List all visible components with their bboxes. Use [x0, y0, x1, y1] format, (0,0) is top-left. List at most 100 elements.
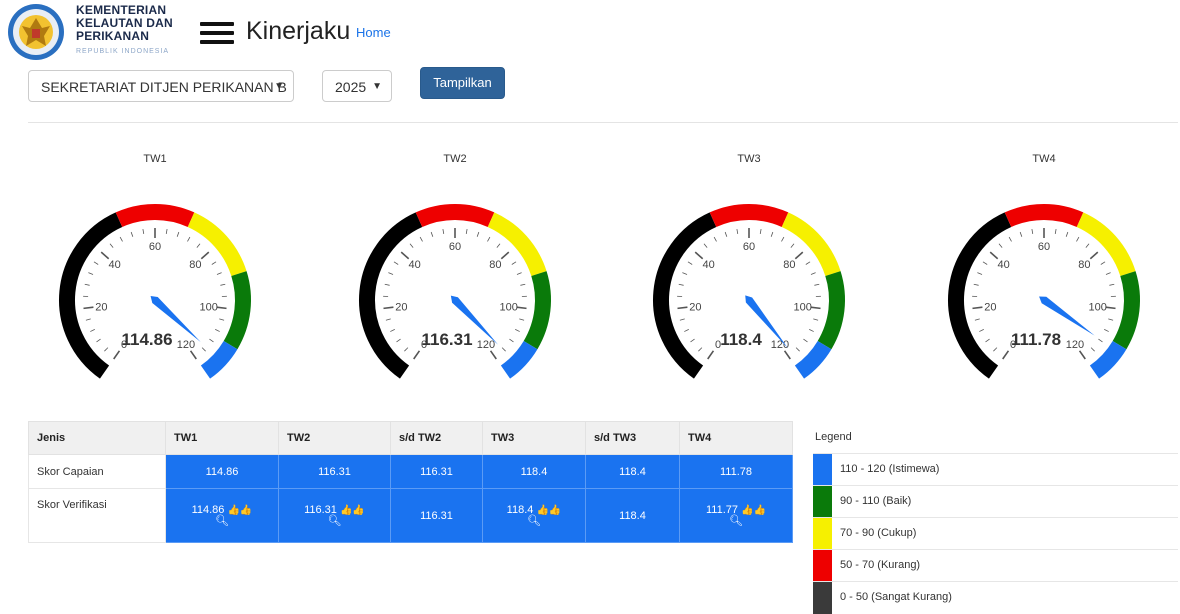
gauge-title: TW1	[115, 153, 195, 165]
gauge-tick	[698, 348, 702, 352]
gauge-tick	[974, 284, 979, 285]
divider	[28, 122, 1178, 123]
gauge-tick	[166, 229, 167, 234]
gauge-band	[119, 212, 191, 220]
search-icon[interactable]: 🔍︎	[681, 516, 791, 527]
gauge-tick	[217, 307, 227, 308]
verifikasi-sd-tw3: 118.4	[586, 489, 680, 543]
gauge-tick-label: 100	[1088, 301, 1106, 313]
legend-item: 50 - 70 (Kurang)	[813, 549, 1178, 582]
thumbs-up-icon[interactable]: 👍👍	[741, 505, 766, 516]
gauge-tick	[517, 307, 527, 308]
gauge-tick	[1101, 262, 1105, 265]
col-header-tw2: TW2	[279, 422, 391, 455]
legend-swatch	[813, 582, 832, 614]
gauge-value-label: 111.78	[1011, 330, 1061, 349]
unit-select-value: SEKRETARIAT DITJEN PERIKANAN B	[41, 79, 287, 95]
gauge-tick	[688, 262, 692, 265]
gauge-tick	[90, 329, 94, 331]
capaian-tw1: 114.86	[166, 455, 279, 489]
gauge-tick-label: 40	[998, 259, 1010, 271]
gauge-tick	[1090, 252, 1097, 259]
show-button[interactable]: Tampilkan	[420, 67, 505, 99]
gauge-tick	[1055, 229, 1056, 234]
gauge-band	[1008, 212, 1080, 220]
capaian-sd-tw2: 116.31	[391, 455, 483, 489]
app-title: Kinerjaku	[246, 17, 350, 46]
gauge-tick	[131, 232, 133, 237]
gauge-tick	[691, 339, 695, 342]
legend-label: 110 - 120 (Istimewa)	[840, 463, 939, 475]
menu-toggle-icon[interactable]	[200, 22, 234, 44]
gauge-tick	[1106, 273, 1111, 275]
gauge-tick	[682, 273, 687, 275]
search-icon[interactable]: 🔍︎	[167, 516, 277, 527]
gauge-tick	[975, 319, 980, 320]
gauge-tick	[813, 319, 818, 320]
gauge-tick-label: 60	[149, 241, 161, 253]
gauge-tick	[517, 273, 522, 275]
gauge-tick	[104, 348, 108, 352]
gauge-tick	[491, 351, 497, 359]
legend-swatch	[813, 454, 832, 486]
col-header-sd-tw3: s/d TW3	[586, 422, 680, 455]
gauge-tick-label: 80	[1078, 259, 1090, 271]
gauge-tick	[990, 252, 997, 259]
gauge-tick	[191, 351, 197, 359]
gauge-tick	[986, 339, 990, 342]
search-icon[interactable]: 🔍︎	[484, 516, 584, 527]
capaian-tw4: 111.78	[680, 455, 793, 489]
gauge-band	[419, 212, 491, 220]
gauge-tick	[1104, 329, 1108, 331]
row-label-verifikasi: Skor Verifikasi	[29, 489, 166, 543]
gauge-tick	[515, 329, 519, 331]
legend-label: 90 - 110 (Baik)	[840, 495, 911, 507]
speed-gauge: 020406080100120111.78	[929, 185, 1159, 385]
gauge-tick-label: 40	[109, 259, 121, 271]
capaian-sd-tw3: 118.4	[586, 455, 680, 489]
gauge-tick	[725, 232, 727, 237]
gauge-tick	[401, 252, 408, 259]
gauge-tick-label: 100	[793, 301, 811, 313]
gauge-tick-label: 40	[703, 259, 715, 271]
unit-select[interactable]: SEKRETARIAT DITJEN PERIKANAN B ▼	[28, 70, 294, 102]
gauge-tick	[1108, 319, 1113, 320]
gauge-tick	[983, 262, 987, 265]
table-row: Skor Verifikasi 114.86 👍👍 🔍︎ 116.31 👍👍 🔍…	[29, 489, 793, 543]
gauge-tick	[487, 237, 489, 241]
chevron-down-icon: ▼	[274, 71, 284, 103]
gauge-tick	[708, 351, 714, 359]
gauge-tick	[680, 319, 685, 320]
gauge-tick	[811, 273, 816, 275]
gauge-tick	[215, 329, 219, 331]
gauge-tick	[993, 348, 997, 352]
verifikasi-sd-tw2: 116.31	[391, 489, 483, 543]
search-icon[interactable]: 🔍︎	[280, 516, 389, 527]
gauge-tick	[1098, 339, 1102, 342]
gauge-value-label: 118.4	[720, 330, 762, 349]
gauge-tick	[83, 307, 93, 308]
gauge-tick	[979, 329, 983, 331]
gauge-tick	[420, 237, 422, 241]
gauge-tick-label: 60	[449, 241, 461, 253]
verifikasi-tw4: 111.77 👍👍 🔍︎	[680, 489, 793, 543]
gauge-tick	[187, 237, 189, 241]
gauge-tick	[1032, 229, 1033, 234]
home-link[interactable]: Home	[356, 25, 391, 40]
gauge-tick-label: 60	[743, 241, 755, 253]
gauge-tick	[497, 244, 500, 248]
gauge-tick-label: 100	[499, 301, 517, 313]
thumbs-up-icon[interactable]: 👍👍	[340, 505, 365, 516]
gauge-tick-label: 120	[771, 339, 789, 351]
gauge-tick	[677, 307, 687, 308]
legend-swatch	[813, 518, 832, 550]
col-header-sd-tw2: s/d TW2	[391, 422, 483, 455]
gauge-tick-label: 80	[489, 259, 501, 271]
year-select[interactable]: 2025 ▼	[322, 70, 392, 102]
gauge-tick	[520, 284, 525, 285]
gauge-tick	[519, 319, 524, 320]
speed-gauge: 020406080100120114.86	[40, 185, 270, 385]
thumbs-up-icon[interactable]: 👍👍	[227, 505, 252, 516]
gauge-tick	[86, 319, 91, 320]
gauge-tick	[1109, 284, 1114, 285]
